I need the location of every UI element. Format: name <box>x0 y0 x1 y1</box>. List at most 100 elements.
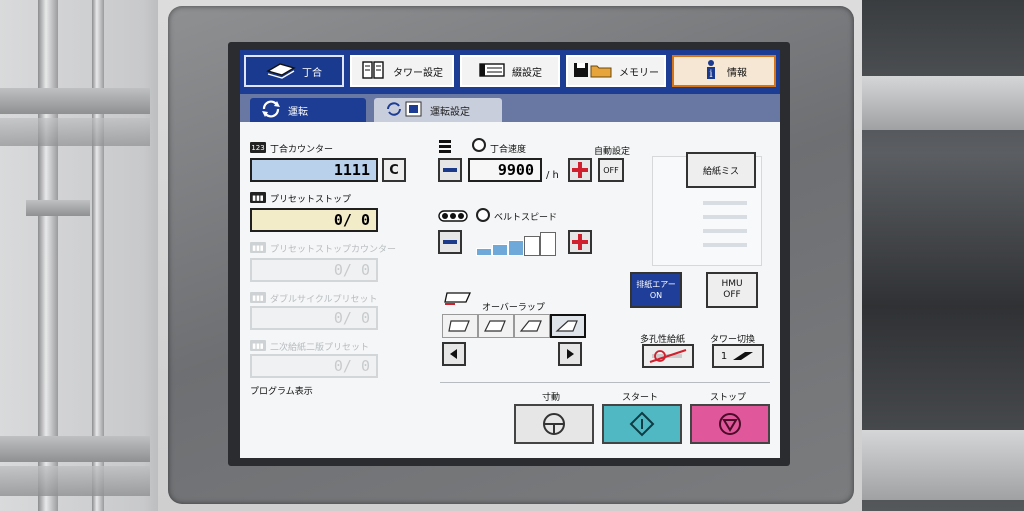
tower-icon <box>361 60 387 83</box>
status-line <box>703 215 747 219</box>
tab-operation-settings[interactable]: 運転設定 <box>374 98 502 122</box>
status-line <box>703 243 747 247</box>
clear-counter-button[interactable]: C <box>382 158 406 182</box>
tab-collate[interactable]: 丁合 <box>244 55 344 87</box>
feed-preset-icon: ▮▮▮ <box>250 340 266 351</box>
preset-stop-icon: ▮▮▮ <box>250 192 266 203</box>
refresh-cycle-icon <box>260 100 282 121</box>
hmu-state: OFF <box>723 290 741 300</box>
preset-stop-label: プリセットストップ <box>270 195 352 205</box>
hmu-label: HMU <box>721 279 743 289</box>
touch-screen: 丁合 タワー設定 綴設定 メモリー i 情報 運転 運転設定 123 丁合カウン… <box>240 50 780 458</box>
speed-segment <box>508 240 524 256</box>
collate-speed-increase-button[interactable] <box>568 158 592 182</box>
preset-counter-display: 0/ 0 <box>250 258 378 282</box>
overlap-label: オーバーラップ <box>482 303 545 313</box>
start-label: スタート <box>622 393 659 403</box>
arrow-left-icon <box>450 349 457 359</box>
tab-tower-settings[interactable]: タワー設定 <box>350 55 454 87</box>
tab-memory[interactable]: メモリー <box>566 55 666 87</box>
overlap-option-1[interactable] <box>442 314 478 338</box>
belt-speed-decrease-button[interactable] <box>438 230 462 254</box>
preset-stop-display[interactable]: 0/ 0 <box>250 208 378 232</box>
plus-icon <box>572 162 588 178</box>
jog-icon <box>543 413 565 435</box>
plus-icon <box>572 234 588 250</box>
stop-label: ストップ <box>710 393 747 403</box>
memory-folder-icon <box>573 60 613 83</box>
overlap-icon <box>444 290 474 310</box>
collate-speed-label: 丁合速度 <box>490 145 527 155</box>
tower-switch-button[interactable]: 1 <box>712 344 764 368</box>
belt-speed-increase-button[interactable] <box>568 230 592 254</box>
top-navigation: 丁合 タワー設定 綴設定 メモリー i 情報 <box>240 50 780 94</box>
stop-button[interactable] <box>690 404 770 444</box>
belt-speed-level-bar <box>476 230 556 256</box>
overlap-options <box>442 314 586 338</box>
binding-icon <box>478 61 506 82</box>
start-button[interactable] <box>602 404 682 444</box>
belt-speed-icon <box>438 208 470 227</box>
speed-segment <box>492 244 508 256</box>
double-cycle-icon: ▮▮▮ <box>250 292 266 303</box>
preset-counter-label: プリセットストップカウンター <box>270 245 397 255</box>
status-line <box>703 201 747 205</box>
program-display-label: プログラム表示 <box>250 387 313 397</box>
svg-text:i: i <box>709 69 712 80</box>
air-ejection-state: ON <box>649 291 663 300</box>
tab-info[interactable]: i 情報 <box>672 55 776 87</box>
sub-navigation: 運転 運転設定 <box>240 94 780 122</box>
right-shelf <box>862 430 1024 500</box>
tab-collate-label: 丁合 <box>302 67 322 79</box>
status-line <box>703 229 747 233</box>
overlap-option-2[interactable] <box>478 314 514 338</box>
double-cycle-display: 0/ 0 <box>250 306 378 330</box>
cycle-settings-icon <box>384 100 424 121</box>
info-icon: i <box>701 59 721 84</box>
tab-memory-label: メモリー <box>619 67 659 79</box>
tower-switch-icon <box>733 352 754 360</box>
collate-speed-decrease-button[interactable] <box>438 158 462 182</box>
rack-shelf <box>0 88 150 114</box>
overlap-option-4[interactable] <box>550 314 586 338</box>
belt-speed-label: ベルトスピード <box>494 213 558 223</box>
overlap-option-3[interactable] <box>514 314 550 338</box>
rack-pole <box>38 0 58 511</box>
arrow-right-icon <box>567 349 574 359</box>
divider <box>440 382 770 383</box>
auto-setting-toggle[interactable]: OFF <box>598 158 624 182</box>
speed-segment <box>524 236 540 256</box>
tab-operation-label: 運転 <box>288 106 308 118</box>
rack-shelf <box>0 118 150 146</box>
tab-binding-settings[interactable]: 綴設定 <box>460 55 560 87</box>
counter-label: 丁合カウンター <box>270 145 334 155</box>
double-cycle-label: ダブルサイクルプリセット <box>270 295 378 305</box>
right-shelf <box>862 76 1024 130</box>
jog-button[interactable] <box>514 404 594 444</box>
no-feed-icon <box>649 349 687 363</box>
hmu-button[interactable]: HMU OFF <box>706 272 758 308</box>
collate-speed-indicator <box>472 138 486 152</box>
preset-counter-icon: ▮▮▮ <box>250 242 266 253</box>
jog-label: 寸動 <box>542 393 561 403</box>
air-ejection-label: 排紙エアー <box>636 280 676 289</box>
misfeed-button[interactable]: 給紙ミス <box>686 152 756 188</box>
tab-info-label: 情報 <box>727 67 747 79</box>
belt-speed-indicator <box>476 208 490 222</box>
feed-preset-display: 0/ 0 <box>250 354 378 378</box>
rack-pole <box>92 0 104 511</box>
counter-badge-icon: 123 <box>250 142 266 153</box>
speed-segment <box>540 232 556 256</box>
overlap-next-button[interactable] <box>558 342 582 366</box>
feed-preset-label: 二次給紙二版プリセット <box>270 343 370 353</box>
minus-icon <box>443 168 457 172</box>
counter-display: 1111 <box>250 158 378 182</box>
multi-sheet-feed-button[interactable] <box>642 344 694 368</box>
air-ejection-button[interactable]: 排紙エアー ON <box>630 272 682 308</box>
overlap-prev-button[interactable] <box>442 342 466 366</box>
tab-binding-settings-label: 綴設定 <box>512 67 542 79</box>
tab-operation[interactable]: 運転 <box>250 98 366 122</box>
rack-shelf <box>0 436 150 462</box>
booklet-icon <box>266 61 296 82</box>
rack-shelf <box>0 466 150 496</box>
